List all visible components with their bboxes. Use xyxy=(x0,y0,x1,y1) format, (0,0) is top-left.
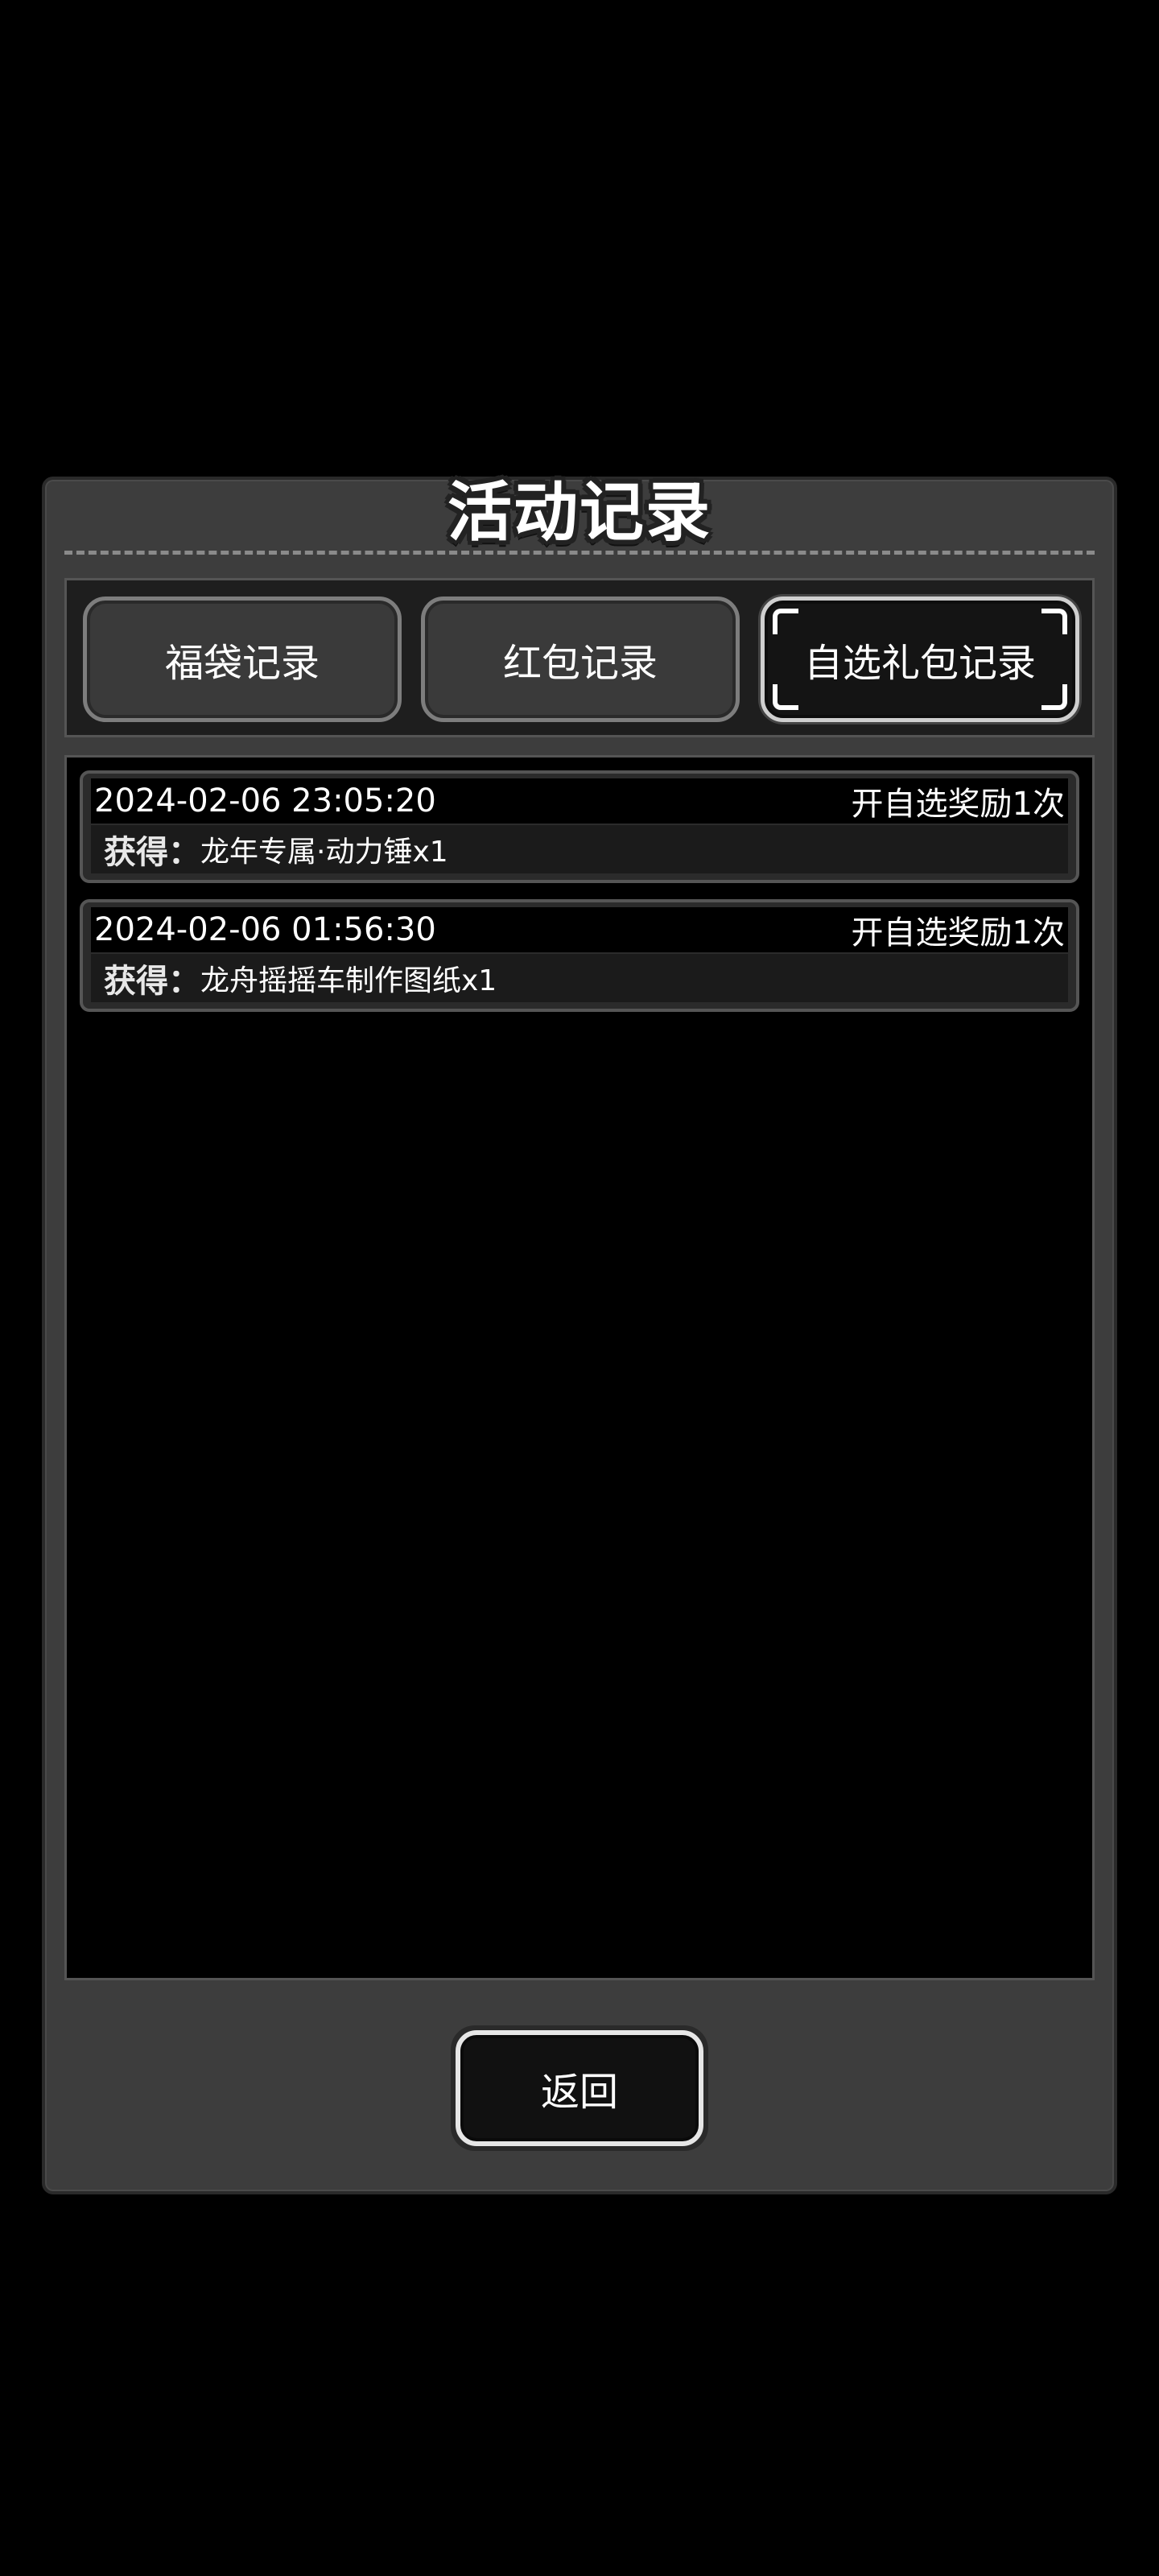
record-obtained-label: 获得： xyxy=(104,963,200,1000)
selection-corner-icon xyxy=(773,609,798,634)
record-obtained-label: 获得： xyxy=(104,834,200,871)
back-button[interactable]: 返回 xyxy=(456,2030,703,2146)
record-type: 开自选奖励1次 xyxy=(851,786,1065,823)
tab-label: 自选礼包记录 xyxy=(803,641,1036,686)
record-time: 2024-02-06 01:56:30 xyxy=(94,911,436,948)
back-button-frame: 返回 xyxy=(451,2025,708,2151)
tab-bar: 福袋记录 红包记录 自选礼包记录 xyxy=(64,578,1095,737)
tab-red-packet-records[interactable]: 红包记录 xyxy=(421,597,740,722)
tab-lucky-bag-records[interactable]: 福袋记录 xyxy=(83,597,402,722)
selection-corner-icon xyxy=(773,684,798,710)
title-divider xyxy=(64,551,1095,555)
record-header: 2024-02-06 23:05:20 开自选奖励1次 xyxy=(91,778,1068,824)
selection-corner-icon xyxy=(1041,684,1067,710)
record-list[interactable]: 2024-02-06 23:05:20 开自选奖励1次 获得： 龙年专属·动力锤… xyxy=(64,755,1095,1980)
record-item-name: 龙年专属·动力锤x1 xyxy=(200,836,448,869)
record-item: 2024-02-06 23:05:20 开自选奖励1次 获得： 龙年专属·动力锤… xyxy=(80,770,1079,883)
tab-optional-gift-records[interactable]: 自选礼包记录 xyxy=(761,597,1079,722)
record-body: 获得： 龙舟摇摇车制作图纸x1 xyxy=(91,954,1068,1002)
dialog-title: 活动记录 xyxy=(448,475,711,550)
record-time: 2024-02-06 23:05:20 xyxy=(94,782,436,819)
record-item: 2024-02-06 01:56:30 开自选奖励1次 获得： 龙舟摇摇车制作图… xyxy=(80,899,1079,1012)
record-type: 开自选奖励1次 xyxy=(851,914,1065,952)
record-item-name: 龙舟摇摇车制作图纸x1 xyxy=(200,964,497,997)
record-body: 获得： 龙年专属·动力锤x1 xyxy=(91,825,1068,873)
record-header: 2024-02-06 01:56:30 开自选奖励1次 xyxy=(91,907,1068,952)
selection-corner-icon xyxy=(1041,609,1067,634)
